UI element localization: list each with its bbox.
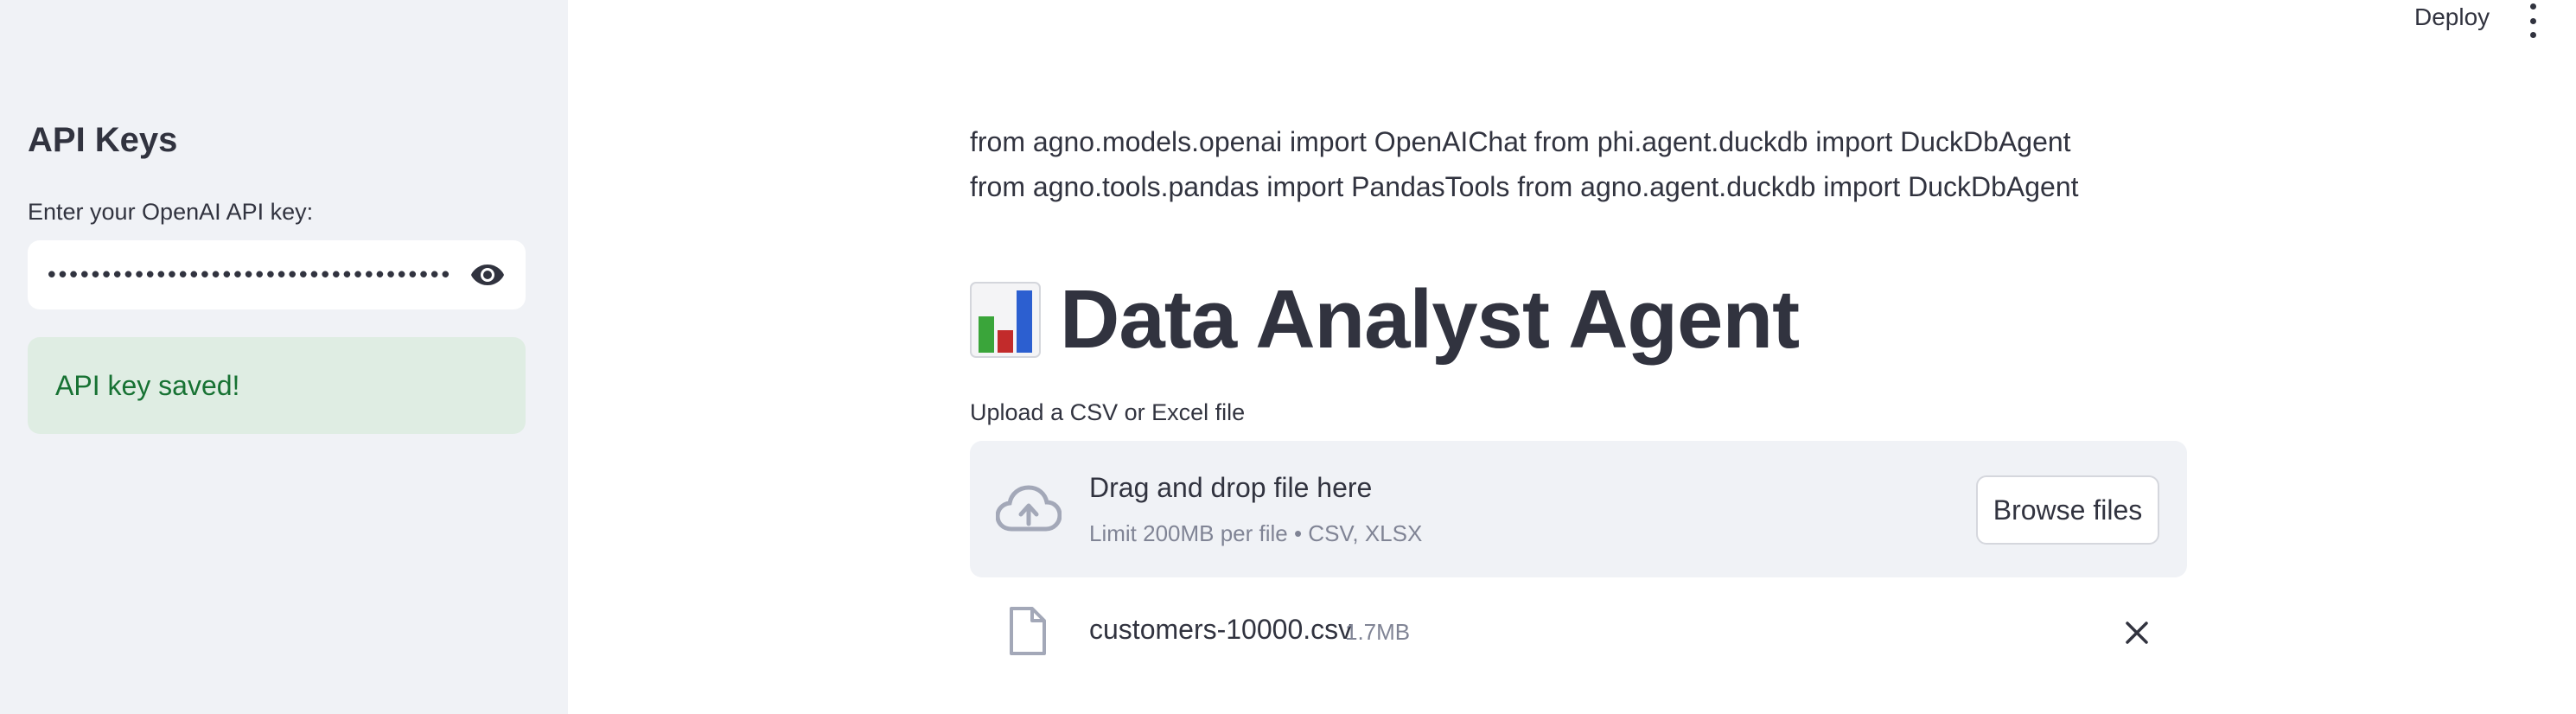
deploy-button[interactable]: Deploy	[2414, 3, 2490, 31]
eye-icon[interactable]	[467, 256, 508, 294]
close-icon[interactable]	[2121, 617, 2152, 648]
bar-chart-icon	[970, 282, 1041, 358]
success-message: API key saved!	[55, 369, 240, 401]
dropzone-subtitle: Limit 200MB per file • CSV, XLSX	[1089, 520, 1423, 546]
api-key-label: Enter your OpenAI API key:	[28, 199, 314, 225]
dropzone-title: Drag and drop file here	[1089, 472, 1373, 503]
upload-label: Upload a CSV or Excel file	[970, 399, 1246, 425]
main-content: from agno.models.openai import OpenAICha…	[970, 0, 2189, 714]
page-title-row: Data Analyst Agent	[970, 268, 1800, 372]
api-key-field[interactable]	[28, 240, 526, 311]
browse-files-button[interactable]: Browse files	[1976, 475, 2159, 545]
file-size: 1.7MB	[1345, 619, 1411, 645]
file-name: customers-10000.csv	[1089, 614, 1353, 645]
app-root: API Keys Enter your OpenAI API key: API …	[0, 0, 2576, 714]
file-icon	[1008, 607, 1046, 660]
api-key-input[interactable]	[43, 240, 453, 311]
sidebar-title: API Keys	[28, 121, 178, 159]
file-dropzone[interactable]: Drag and drop file here Limit 200MB per …	[970, 441, 2187, 577]
sidebar: API Keys Enter your OpenAI API key: API …	[0, 0, 568, 714]
success-alert: API key saved!	[28, 337, 526, 434]
uploaded-file-row: customers-10000.csv 1.7MB	[970, 605, 2187, 660]
page-title: Data Analyst Agent	[1060, 273, 1800, 366]
import-text: from agno.models.openai import OpenAICha…	[970, 126, 2079, 202]
more-vertical-icon[interactable]	[2522, 3, 2543, 38]
cloud-upload-icon	[995, 482, 1062, 540]
